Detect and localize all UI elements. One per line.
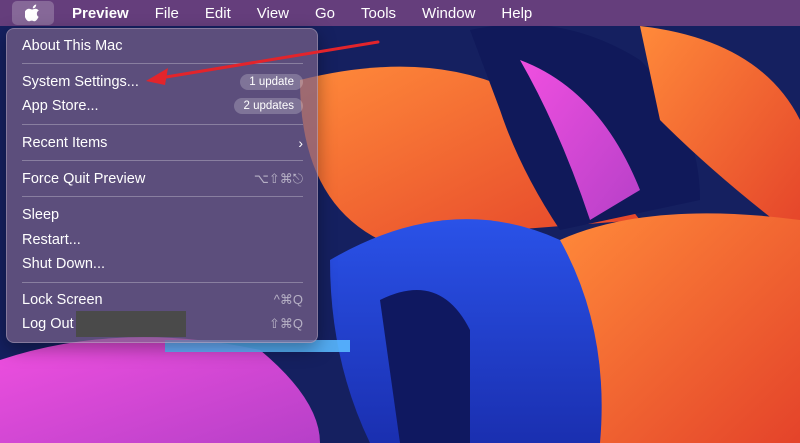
menu-item-label: Force Quit Preview [22,171,146,187]
keyboard-shortcut: ^⌘Q [273,292,303,307]
menu-item-label: App Store... [22,98,99,114]
apple-menu-dropdown: About This Mac System Settings... 1 upda… [6,28,318,343]
menu-item-lock-screen[interactable]: Lock Screen ^⌘Q [22,289,303,311]
menu-separator [22,124,303,125]
menu-item-force-quit[interactable]: Force Quit Preview ⌥⇧⌘⎋ [22,168,303,190]
menubar-window[interactable]: Window [422,5,475,22]
menu-item-log-out[interactable]: Log Out ⇧⌘Q [22,311,303,337]
menu-item-label: Log Out [22,315,74,332]
menubar-edit[interactable]: Edit [205,5,231,22]
update-badge: 2 updates [234,98,303,114]
menu-item-about-this-mac[interactable]: About This Mac [22,35,303,57]
apple-menu-button[interactable] [12,1,54,25]
keyboard-shortcut: ⇧⌘Q [268,316,303,331]
menu-bar: Preview File Edit View Go Tools Window H… [0,0,800,26]
menu-item-sleep[interactable]: Sleep [22,204,303,226]
menubar-help[interactable]: Help [501,5,532,22]
menubar-app-name[interactable]: Preview [72,5,129,22]
menu-item-label: About This Mac [22,38,123,54]
menu-item-label: System Settings... [22,74,139,90]
chevron-right-icon: › [298,135,303,151]
menu-item-label: Restart... [22,232,81,248]
menu-item-system-settings[interactable]: System Settings... 1 update [22,71,303,93]
log-out-label-group: Log Out [22,311,269,337]
menu-separator [22,282,303,283]
menu-item-restart[interactable]: Restart... [22,229,303,251]
menubar-tools[interactable]: Tools [361,5,396,22]
menu-item-label: Sleep [22,207,60,223]
menubar-file[interactable]: File [155,5,179,22]
menubar-go[interactable]: Go [315,5,335,22]
menu-item-label: Recent Items [22,135,108,151]
menu-item-shut-down[interactable]: Shut Down... [22,253,303,275]
menu-separator [22,160,303,161]
menu-separator [22,63,303,64]
update-badge: 1 update [240,74,303,90]
menubar-view[interactable]: View [257,5,289,22]
menu-item-label: Shut Down... [22,256,106,272]
apple-logo-icon [25,4,40,22]
menu-separator [22,196,303,197]
menu-item-label: Lock Screen [22,292,103,308]
redacted-username [75,311,186,337]
menu-item-recent-items[interactable]: Recent Items › [22,132,303,154]
keyboard-shortcut: ⌥⇧⌘⎋ [253,171,303,186]
menu-item-app-store[interactable]: App Store... 2 updates [22,95,303,117]
